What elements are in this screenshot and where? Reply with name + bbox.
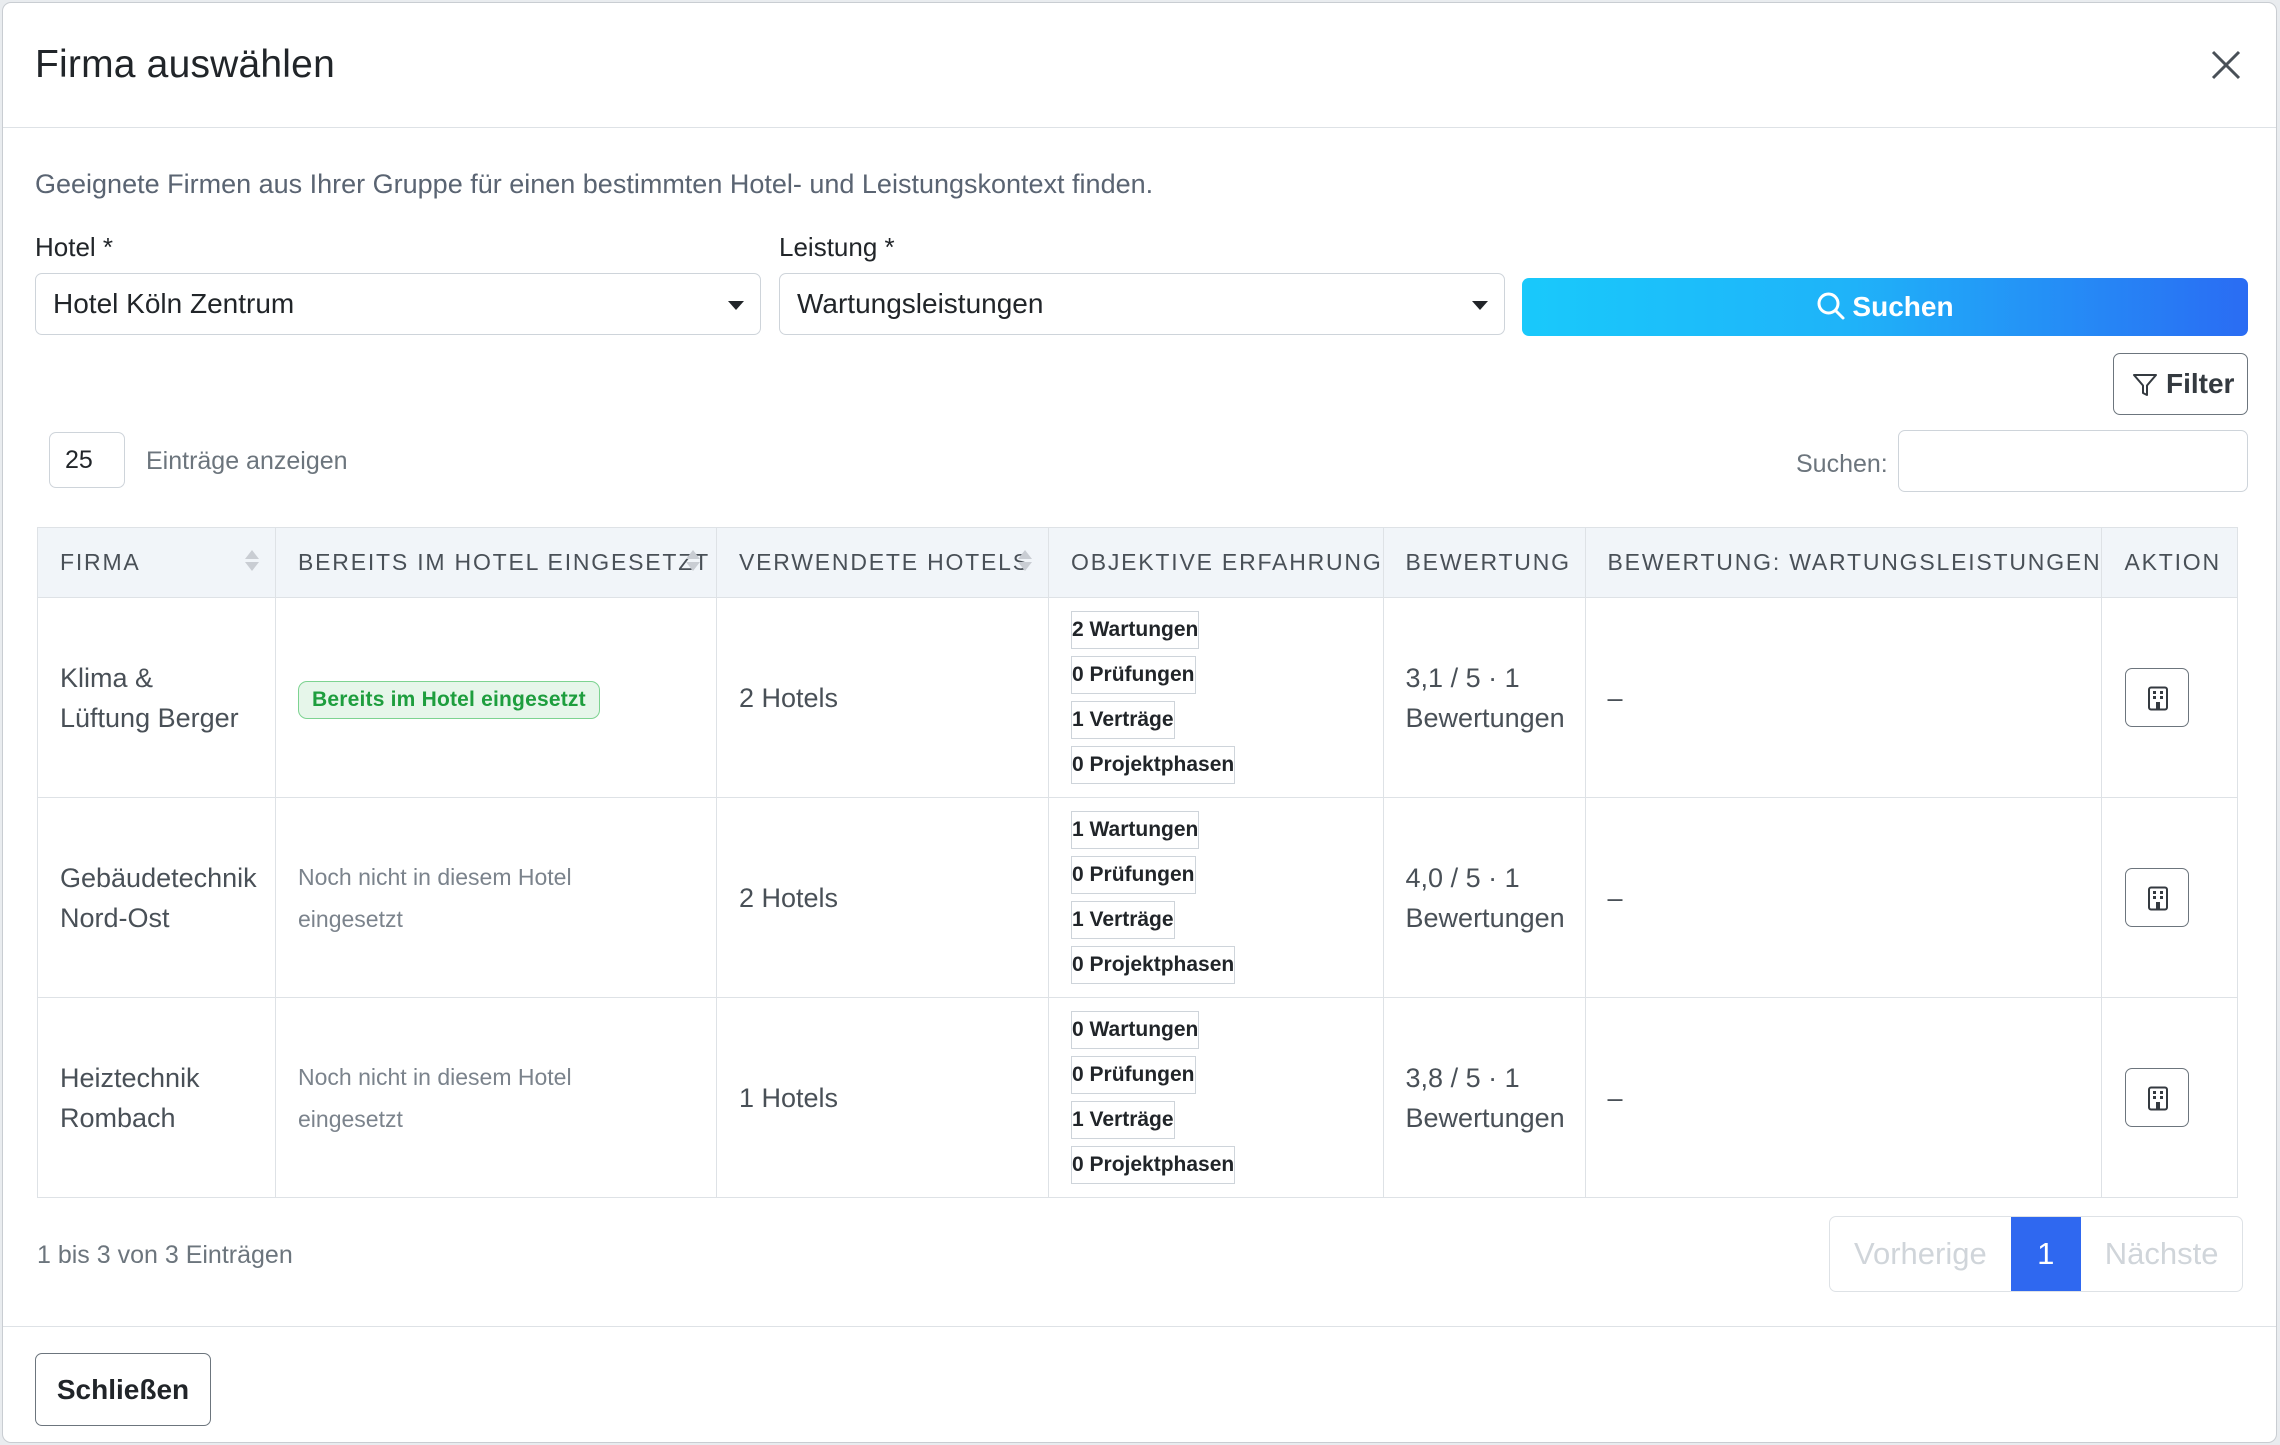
hotel-select[interactable]: Hotel Köln Zentrum: [35, 273, 761, 335]
building-icon: [2148, 886, 2169, 911]
filter-icon: [2133, 374, 2157, 396]
used-hotels: 2 Hotels: [716, 797, 1049, 998]
used-hotels: 2 Hotels: [716, 597, 1049, 798]
search-icon: [1817, 292, 1845, 320]
table-row: Klima & Lüftung Berger Bereits im Hotel e…: [37, 597, 2239, 798]
action-cell: [2101, 997, 2239, 1198]
pagination-next[interactable]: Nächste: [2081, 1217, 2243, 1291]
chevron-down-icon: [728, 301, 744, 310]
experience-chip: 0 Projektphasen: [1071, 946, 1236, 984]
table-row: Heiztechnik Rombach Noch nicht in diesem …: [37, 997, 2239, 1198]
column-header-service-rating: BEWERTUNG: WARTUNGSLEISTUNGEN: [1584, 527, 2103, 598]
building-icon: [2148, 686, 2169, 711]
pagination-page-1[interactable]: 1: [2010, 1217, 2081, 1291]
company-name: Heiztechnik Rombach: [37, 997, 276, 1198]
search-button[interactable]: Suchen: [1522, 278, 2248, 336]
experience-chip: 0 Prüfungen: [1071, 1056, 1196, 1094]
select-company-button[interactable]: [2125, 868, 2190, 927]
column-header-experience: OBJEKTIVE ERFAHRUNG: [1048, 527, 1384, 598]
filter-button[interactable]: Filter: [2113, 353, 2248, 415]
service-select-value: Wartungsleistungen: [797, 288, 1044, 319]
close-footer-button[interactable]: Schließen: [35, 1353, 211, 1426]
select-company-button[interactable]: [2125, 1068, 2190, 1127]
action-cell: [2101, 597, 2239, 798]
service-select[interactable]: Wartungsleistungen: [779, 273, 1505, 335]
table-search-label: Suchen:: [1796, 450, 1888, 478]
close-button[interactable]: [2204, 43, 2248, 87]
table-info: 1 bis 3 von 3 Einträgen: [37, 1241, 293, 1269]
rating: 3,8 / 5 · 1 Bewertungen: [1382, 997, 1586, 1198]
experience-cell: 1 Wartungen 0 Prüfungen 1 Verträge 0 Pro…: [1048, 797, 1384, 998]
modal-footer: Schließen: [3, 1326, 2276, 1442]
building-icon: [2148, 1086, 2169, 1111]
close-icon: [2211, 50, 2241, 80]
status-badge: Bereits im Hotel eingesetzt: [298, 680, 600, 719]
experience-chip: 1 Wartungen: [1071, 811, 1200, 849]
pagination-prev[interactable]: Vorherige: [1830, 1217, 2011, 1291]
experience-chip: 1 Verträge: [1071, 901, 1175, 939]
table-search-input[interactable]: [1898, 430, 2248, 492]
column-header-firma[interactable]: FIRMA: [37, 527, 276, 598]
page-length-label: Einträge anzeigen: [146, 447, 348, 475]
filter-button-label: Filter: [2166, 368, 2235, 399]
rating: 3,1 / 5 · 1 Bewertungen: [1382, 597, 1586, 798]
experience-chip: 0 Prüfungen: [1071, 656, 1196, 694]
search-button-label: Suchen: [1852, 291, 1954, 322]
experience-chip: 0 Projektphasen: [1071, 1146, 1236, 1184]
page-length-select[interactable]: 25: [49, 432, 125, 488]
select-company-modal: Firma auswählen Geeignete Firmen aus Ihr…: [2, 2, 2277, 1443]
experience-chip: 1 Verträge: [1071, 1101, 1175, 1139]
pagination: Vorherige 1 Nächste: [1829, 1216, 2244, 1292]
column-header-used-hotels[interactable]: VERWENDETE HOTELS: [716, 527, 1049, 598]
company-table: FIRMA BEREITS IM HOTEL EINGESETZT VERWEN…: [37, 527, 2239, 1198]
company-name: Klima & Lüftung Berger: [37, 597, 276, 798]
status-cell: Bereits im Hotel eingesetzt: [275, 597, 717, 798]
service-rating: –: [1584, 597, 2103, 798]
select-company-button[interactable]: [2125, 668, 2190, 727]
experience-chip: 1 Verträge: [1071, 701, 1175, 739]
status-cell: Noch nicht in diesem Hotel eingesetzt: [275, 997, 717, 1198]
service-label: Leistung *: [779, 232, 895, 262]
used-hotels: 1 Hotels: [716, 997, 1049, 1198]
modal-title: Firma auswählen: [35, 43, 335, 86]
chevron-down-icon: [1472, 301, 1488, 310]
column-header-action: AKTION: [2101, 527, 2239, 598]
column-header-rating: BEWERTUNG: [1382, 527, 1586, 598]
service-rating: –: [1584, 997, 2103, 1198]
modal-body: Geeignete Firmen aus Ihrer Gruppe für ei…: [3, 129, 2276, 1326]
experience-chip: 0 Projektphasen: [1071, 746, 1236, 784]
status-cell: Noch nicht in diesem Hotel eingesetzt: [275, 797, 717, 998]
rating: 4,0 / 5 · 1 Bewertungen: [1382, 797, 1586, 998]
experience-chip: 0 Prüfungen: [1071, 856, 1196, 894]
table-row: Gebäudetechnik Nord-Ost Noch nicht in die…: [37, 797, 2239, 998]
experience-chip: 2 Wartungen: [1071, 611, 1200, 649]
experience-cell: 0 Wartungen 0 Prüfungen 1 Verträge 0 Pro…: [1048, 997, 1384, 1198]
company-name: Gebäudetechnik Nord-Ost: [37, 797, 276, 998]
intro-text: Geeignete Firmen aus Ihrer Gruppe für ei…: [35, 169, 1154, 199]
hotel-select-value: Hotel Köln Zentrum: [53, 288, 295, 319]
experience-cell: 2 Wartungen 0 Prüfungen 1 Verträge 0 Pro…: [1048, 597, 1384, 798]
hotel-label: Hotel *: [35, 232, 114, 262]
experience-chip: 0 Wartungen: [1071, 1011, 1200, 1049]
action-cell: [2101, 797, 2239, 998]
modal-header: Firma auswählen: [3, 3, 2276, 128]
service-rating: –: [1584, 797, 2103, 998]
column-header-already-used[interactable]: BEREITS IM HOTEL EINGESETZT: [275, 527, 717, 598]
